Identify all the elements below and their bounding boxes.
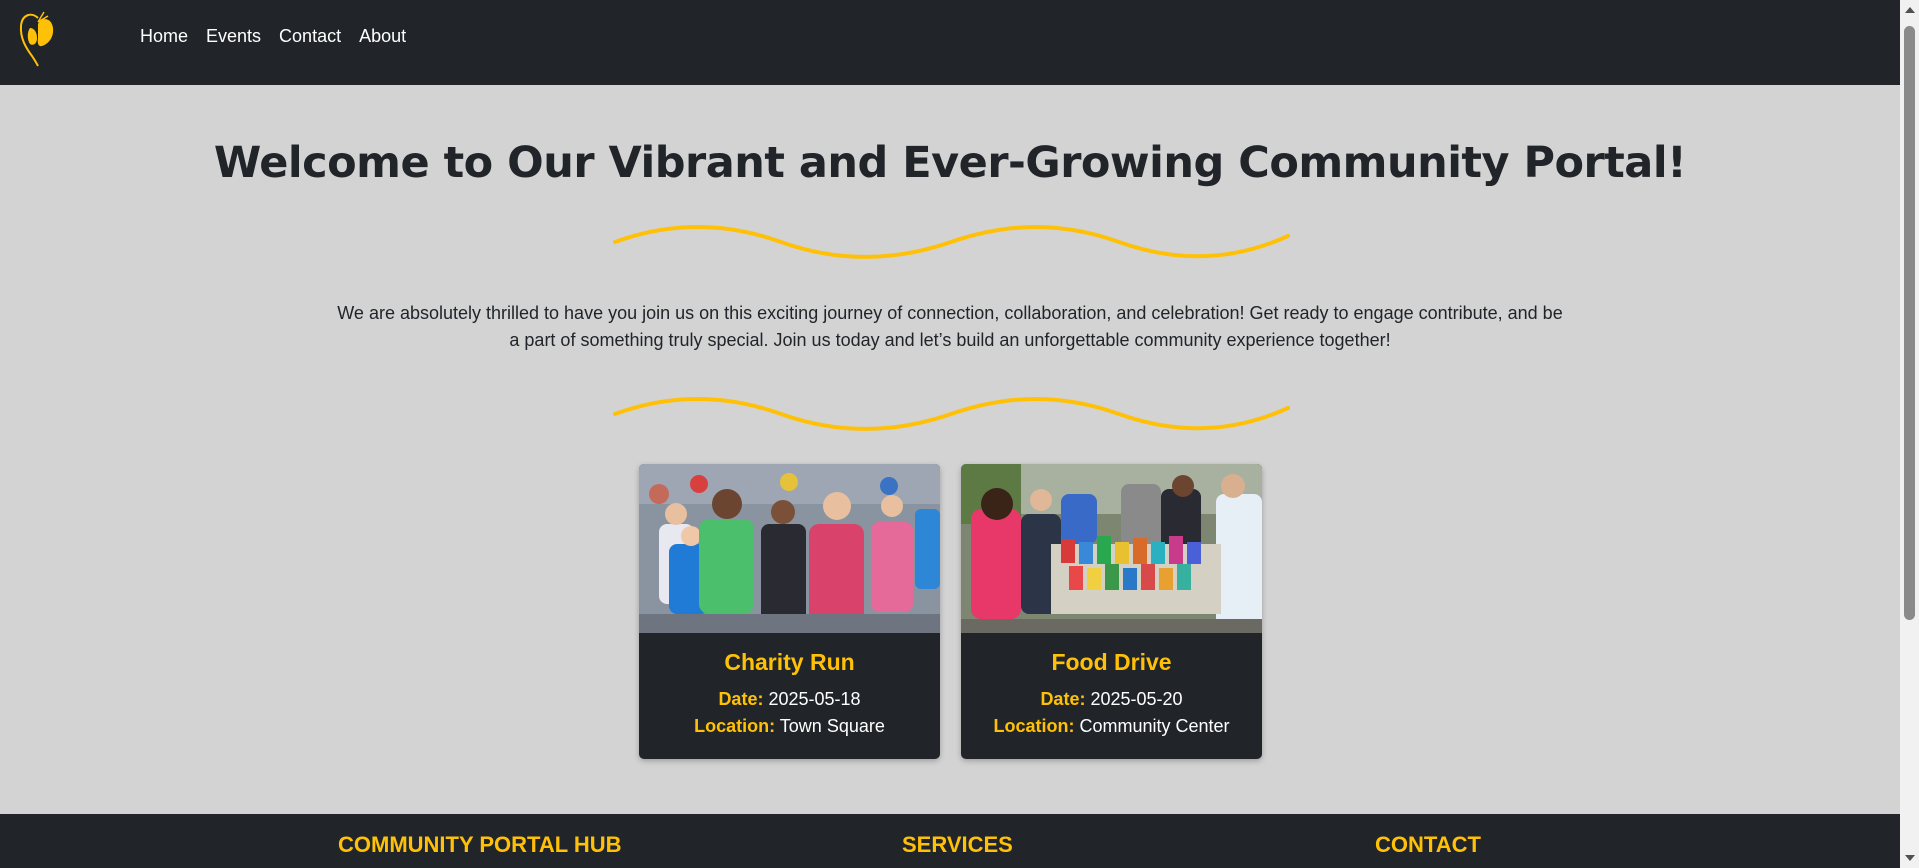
card-body: Food Drive Date: 2025-05-20 Location: Co…	[961, 633, 1262, 740]
footer-heading-services: SERVICES	[902, 832, 1013, 857]
page-title: Welcome to Our Vibrant and Ever-Growing …	[213, 138, 1687, 188]
event-title: Food Drive	[1051, 649, 1172, 675]
date-value: 2025-05-18	[768, 689, 861, 709]
event-card-food-drive[interactable]: Food Drive Date: 2025-05-20 Location: Co…	[961, 464, 1262, 759]
nav-link-events[interactable]: Events	[206, 26, 261, 47]
date-value: 2025-05-20	[1090, 689, 1183, 709]
card-body: Charity Run Date: 2025-05-18 Location: T…	[639, 633, 940, 740]
food-drive-photo	[961, 464, 1262, 633]
event-location: Location: Town Square	[639, 713, 940, 740]
event-location: Location: Community Center	[961, 713, 1262, 740]
event-card-charity-run[interactable]: Charity Run Date: 2025-05-18 Location: T…	[639, 464, 940, 759]
footer-heading-contact: CONTACT	[1375, 832, 1481, 857]
event-cards: Charity Run Date: 2025-05-18 Location: T…	[639, 464, 1262, 759]
intro-text: We are absolutely thrilled to have you j…	[337, 303, 1563, 350]
nav-link-contact[interactable]: Contact	[279, 26, 341, 47]
location-value: Community Center	[1079, 716, 1230, 736]
date-label: Date:	[718, 689, 764, 709]
event-date: Date: 2025-05-18	[639, 686, 940, 713]
date-label: Date:	[1040, 689, 1086, 709]
event-date: Date: 2025-05-20	[961, 686, 1262, 713]
nav-link-home[interactable]: Home	[140, 26, 188, 47]
scroll-up-arrow-icon[interactable]	[1905, 7, 1915, 13]
location-label: Location:	[694, 716, 776, 736]
scroll-down-arrow-icon[interactable]	[1905, 855, 1915, 861]
footer: COMMUNITY PORTAL HUB SERVICES CONTACT	[0, 814, 1900, 868]
location-label: Location:	[993, 716, 1075, 736]
scroll-thumb[interactable]	[1904, 26, 1915, 620]
butterfly-logo-icon[interactable]	[18, 10, 58, 68]
nav-link-about[interactable]: About	[359, 26, 406, 47]
nav-links: Home Events Contact About	[140, 26, 406, 47]
wave-divider-bottom	[613, 397, 1290, 431]
navbar: Home Events Contact About	[0, 0, 1900, 85]
location-value: Town Square	[779, 716, 885, 736]
vertical-scrollbar[interactable]	[1900, 0, 1919, 868]
wave-divider-top	[613, 225, 1290, 259]
charity-run-photo	[639, 464, 940, 633]
footer-heading-portal: COMMUNITY PORTAL HUB	[338, 832, 622, 857]
event-title: Charity Run	[724, 649, 855, 675]
